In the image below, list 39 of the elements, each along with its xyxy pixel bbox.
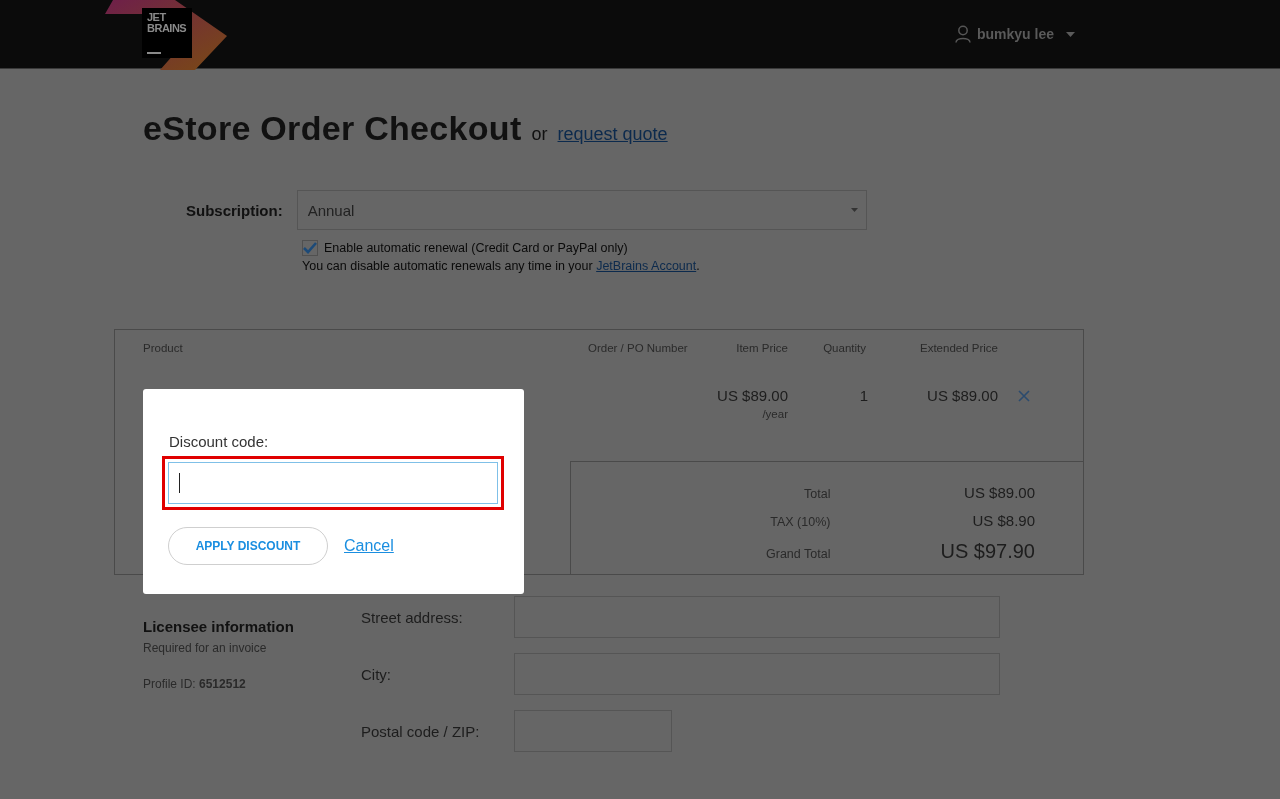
total-label: Total	[803, 487, 831, 501]
field-label: Postal code / ZIP:	[361, 722, 481, 740]
quantity: 1	[858, 387, 869, 406]
caret-icon	[1066, 31, 1075, 37]
request-quote-link[interactable]: request quote	[557, 124, 668, 145]
column-header: Order / PO Number	[587, 342, 689, 354]
total-label: TAX (10%)	[769, 515, 831, 529]
total-value: US $97.90	[939, 540, 1035, 563]
extended-price: US $89.00	[926, 387, 998, 406]
column-header: Extended Price	[919, 342, 998, 354]
price-period: /year	[762, 408, 788, 420]
renewal-checkbox[interactable]	[302, 240, 318, 256]
column-header: Item Price	[735, 342, 788, 354]
discount-code-field[interactable]	[168, 462, 498, 504]
user-icon	[954, 25, 971, 43]
dropdown-arrow-icon	[850, 208, 858, 212]
close-icon[interactable]	[1018, 390, 1030, 402]
item-price: US $89.00	[717, 387, 788, 404]
section-heading: Licensee information	[143, 618, 295, 635]
column-header: Quantity	[822, 342, 867, 354]
field-label: Street address:	[361, 608, 464, 626]
subscription-select[interactable]: Annual	[296, 190, 867, 230]
column-header: Product	[143, 342, 184, 354]
section-subtitle: Required for an invoice	[143, 641, 268, 655]
logo[interactable]: JET BRAINS	[142, 8, 192, 58]
field-label: City:	[361, 665, 392, 683]
discount-label: Discount code:	[169, 433, 270, 450]
page-title: eStore Order Checkout	[143, 109, 522, 148]
renewal-label: Enable automatic renewal (Credit Card or PayPal only)	[324, 241, 628, 255]
total-value: US $89.00	[963, 484, 1035, 501]
apply-discount-button[interactable]: APPLY DISCOUNT	[168, 527, 328, 565]
profile-id: Profile ID: 6512512	[143, 677, 247, 691]
or-text: or	[531, 124, 548, 145]
user-menu[interactable]: bumkyu lee	[954, 25, 1075, 43]
renewal-note: You can disable automatic renewals any time in your JetBrains Account.	[302, 259, 701, 273]
cancel-link[interactable]: Cancel	[344, 537, 394, 555]
subscription-label: Subscription:	[186, 201, 283, 219]
total-label: Grand Total	[765, 547, 831, 561]
total-value: US $8.90	[971, 512, 1035, 529]
